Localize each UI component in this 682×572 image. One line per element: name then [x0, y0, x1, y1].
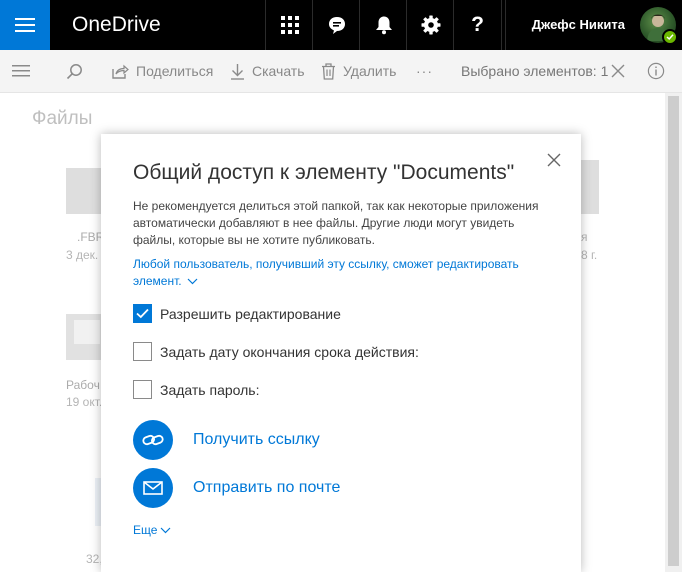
selected-count-label: Выбрано элементов: 1 [461, 63, 609, 79]
dialog-close-button[interactable] [545, 151, 563, 169]
skype-chat-icon [328, 17, 345, 34]
search-button[interactable] [66, 50, 83, 92]
settings-button[interactable] [406, 0, 454, 50]
hamburger-icon [12, 65, 30, 77]
delete-label: Удалить [343, 63, 397, 79]
suite-header: OneDrive ? Джефс Никита [0, 0, 682, 50]
dialog-title: Общий доступ к элементу "Documents" [133, 161, 515, 184]
selection-status: Выбрано элементов: 1 [461, 50, 608, 92]
command-bar: Поделиться Скачать Удалить ··· Выбрано э… [0, 50, 682, 93]
expiration-date-label: Задать дату окончания срока действия: [160, 343, 419, 360]
more-options-label: Еще [133, 523, 158, 537]
expiration-date-checkbox[interactable] [133, 342, 152, 361]
set-password-label: Задать пароль: [160, 381, 260, 398]
user-name[interactable]: Джефс Никита [505, 0, 631, 50]
info-icon [647, 62, 665, 80]
help-question-icon: ? [471, 13, 484, 36]
chevron-down-icon [187, 278, 198, 285]
hamburger-icon [15, 18, 35, 32]
delete-button[interactable]: Удалить [321, 50, 396, 92]
allow-editing-option[interactable]: Разрешить редактирование [133, 303, 341, 324]
share-icon [112, 64, 129, 79]
link-permission-dropdown[interactable]: Любой пользователь, получивший эту ссылк… [133, 256, 553, 290]
link-icon [133, 420, 173, 460]
notifications-button[interactable] [359, 0, 407, 50]
chevron-down-icon [160, 527, 171, 533]
send-email-label: Отправить по почте [193, 479, 341, 496]
expiration-date-option[interactable]: Задать дату окончания срока действия: [133, 341, 419, 362]
set-password-option[interactable]: Задать пароль: [133, 379, 259, 400]
avatar[interactable] [640, 7, 678, 45]
settings-gear-icon [421, 15, 440, 35]
download-label: Скачать [252, 63, 305, 79]
trash-icon [322, 62, 335, 80]
more-options-button[interactable]: Еще [133, 523, 171, 537]
set-password-checkbox[interactable] [133, 380, 152, 399]
more-commands-button[interactable]: ··· [416, 50, 433, 92]
download-button[interactable]: Скачать [230, 50, 305, 92]
share-button[interactable]: Поделиться [112, 50, 213, 92]
checkmark-icon [136, 308, 149, 319]
get-link-button[interactable]: Получить ссылку [133, 420, 320, 460]
apps-button[interactable] [265, 0, 313, 50]
app-title[interactable]: OneDrive [72, 0, 161, 50]
chat-button[interactable] [312, 0, 360, 50]
close-icon [547, 153, 561, 167]
notifications-bell-icon [375, 16, 392, 35]
allow-editing-checkbox[interactable] [133, 304, 152, 323]
dialog-warning-text: Не рекомендуется делиться этой папкой, т… [133, 199, 539, 247]
clear-selection-button[interactable] [611, 50, 625, 92]
close-icon [611, 64, 625, 78]
allow-editing-label: Разрешить редактирование [160, 305, 341, 322]
mail-icon [133, 468, 173, 508]
ellipsis-icon: ··· [416, 63, 433, 79]
presence-available-icon [662, 29, 678, 45]
scrollbar-thumb[interactable] [668, 96, 679, 566]
send-email-button[interactable]: Отправить по почте [133, 468, 340, 508]
search-icon [66, 63, 82, 79]
download-icon [231, 63, 244, 80]
share-label: Поделиться [136, 63, 214, 79]
info-pane-button[interactable] [647, 50, 665, 92]
get-link-label: Получить ссылку [193, 431, 320, 448]
app-launcher-button[interactable] [0, 0, 50, 50]
help-button[interactable]: ? [453, 0, 502, 50]
waffle-grid-icon [280, 16, 299, 34]
nav-pane-toggle-button[interactable] [12, 50, 30, 92]
